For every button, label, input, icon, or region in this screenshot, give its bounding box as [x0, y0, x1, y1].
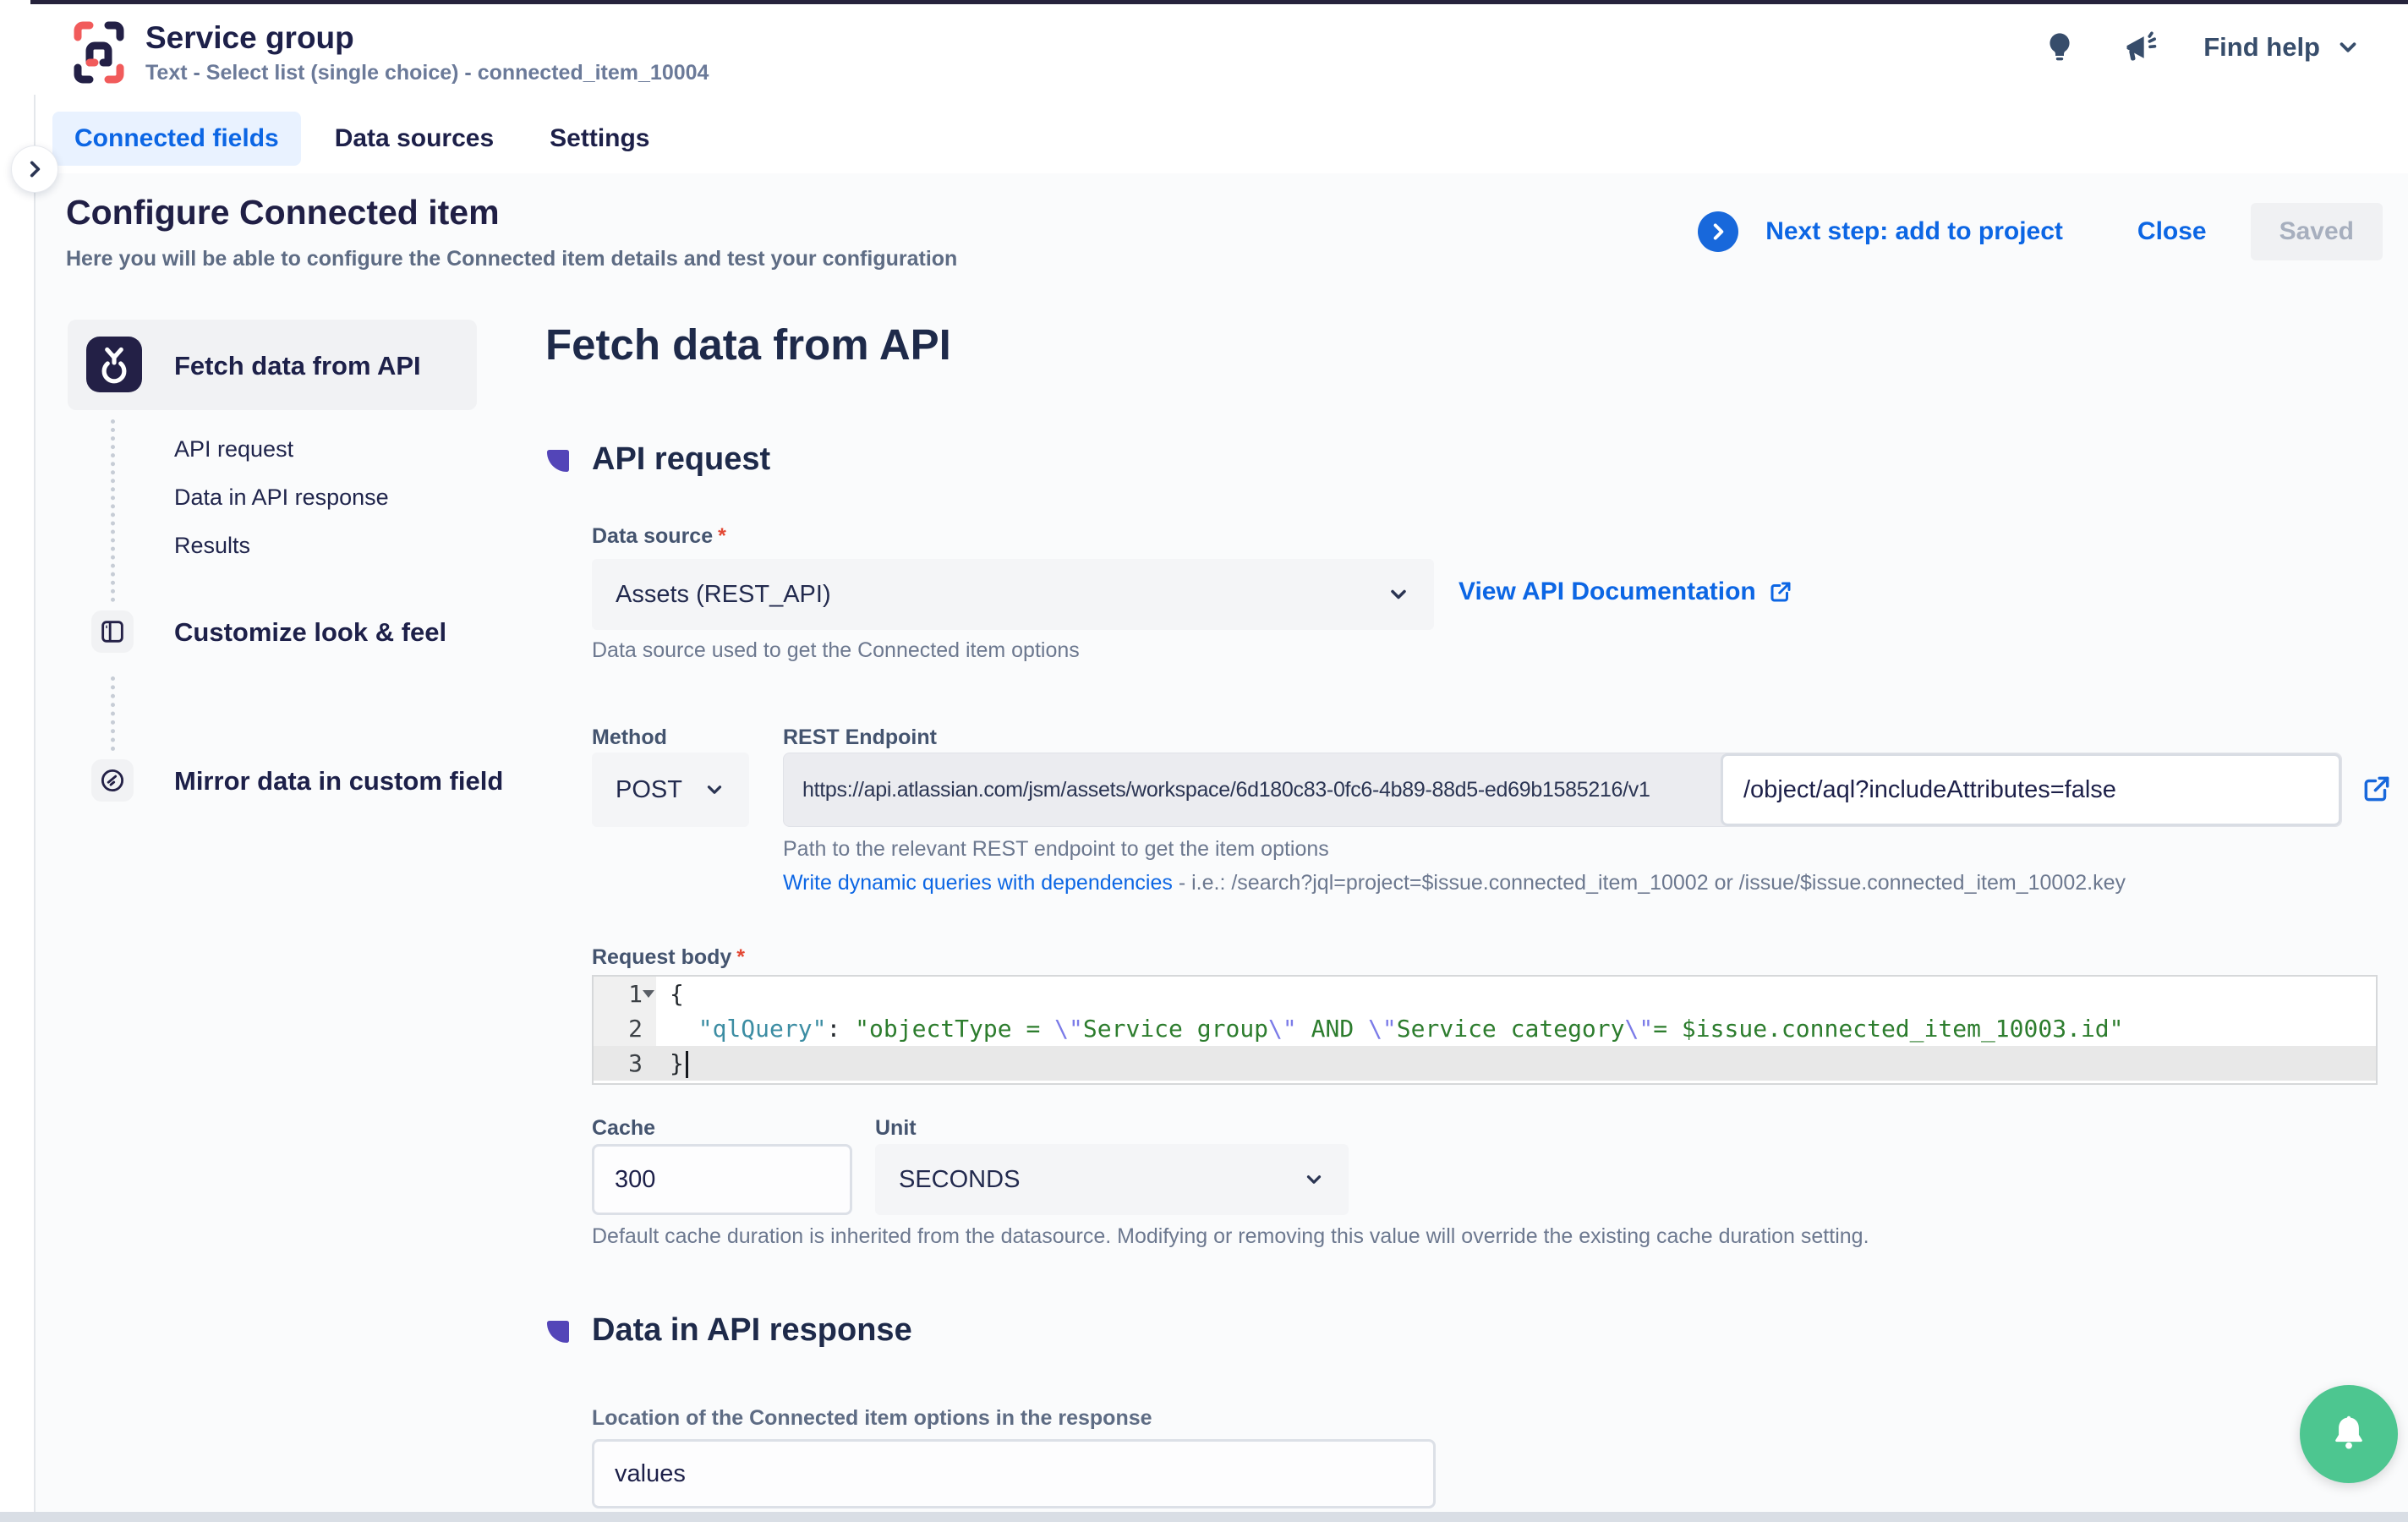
data-source-select[interactable]: Assets (REST_API)	[592, 559, 1434, 630]
step-connector	[111, 676, 115, 751]
data-source-value: Assets (REST_API)	[616, 581, 831, 609]
field-subtitle: Text - Select list (single choice) - con…	[145, 61, 709, 85]
data-source-helper: Data source used to get the Connected it…	[592, 638, 1080, 663]
header-actions: Find help	[2041, 29, 2361, 66]
page-title: Service group	[145, 20, 354, 56]
unit-value: SECONDS	[899, 1166, 1020, 1194]
next-step-button[interactable]	[1698, 211, 1738, 252]
close-button[interactable]: Close	[2137, 217, 2207, 246]
request-body-label: Request body*	[592, 945, 745, 970]
next-step-label[interactable]: Next step: add to project	[1765, 217, 2063, 246]
tab-settings[interactable]: Settings	[528, 112, 671, 166]
endpoint-helper: Path to the relevant REST endpoint to ge…	[783, 837, 1329, 862]
sidebar-step-mirror[interactable]: Mirror data in custom field	[174, 766, 503, 797]
tab-data-sources[interactable]: Data sources	[313, 112, 516, 166]
window-top-edge	[30, 0, 2408, 4]
chevron-right-icon	[24, 158, 46, 180]
required-marker: *	[736, 945, 745, 969]
elements-connect-logo	[71, 19, 127, 86]
location-label: Location of the Connected item options i…	[592, 1406, 1152, 1431]
sidebar-item-results[interactable]: Results	[174, 533, 250, 559]
chevron-down-icon	[1303, 1169, 1325, 1191]
fold-arrow-icon[interactable]	[643, 990, 654, 998]
dynamic-queries-link[interactable]: Write dynamic queries with dependencies	[783, 871, 1173, 895]
cache-helper: Default cache duration is inherited from…	[592, 1224, 1869, 1249]
left-divider	[34, 95, 36, 1512]
connected-item-config-screen: Service group Text - Select list (single…	[0, 0, 2408, 1522]
chevron-right-icon	[1707, 221, 1729, 243]
megaphone-icon[interactable]	[2122, 29, 2159, 66]
notifications-fab[interactable]	[2300, 1385, 2398, 1483]
sidebar-step-customize[interactable]: Customize look & feel	[174, 617, 446, 648]
data-in-response-heading: Data in API response	[592, 1312, 912, 1349]
endpoint-prefix: https://api.atlassian.com/jsm/assets/wor…	[784, 753, 1721, 826]
external-link-icon	[1768, 579, 1793, 605]
request-body-editor[interactable]: 1 { 2 "qlQuery": "objectType = \"Service…	[592, 975, 2378, 1085]
tab-connected-fields[interactable]: Connected fields	[52, 112, 301, 166]
fetch-hook-icon	[86, 337, 142, 392]
external-link-icon	[2361, 773, 2393, 805]
chevron-down-icon	[1387, 583, 1410, 606]
find-help-label: Find help	[2203, 32, 2320, 63]
lightbulb-icon[interactable]	[2041, 29, 2078, 66]
code-line-2: 2 "qlQuery": "objectType = \"Service gro…	[594, 1011, 2376, 1046]
open-endpoint-button[interactable]	[2356, 768, 2398, 810]
endpoint-field-group: https://api.atlassian.com/jsm/assets/wor…	[783, 753, 2342, 827]
code-line-1: 1 {	[594, 977, 2376, 1011]
endpoint-label: REST Endpoint	[783, 725, 937, 750]
top-tabs: Connected fields Data sources Settings	[52, 112, 672, 166]
layout-panel-icon	[91, 610, 134, 653]
chevron-down-icon	[2335, 35, 2361, 60]
section-title: Configure Connected item	[66, 193, 500, 233]
cache-input[interactable]	[592, 1144, 852, 1215]
method-select[interactable]: POST	[592, 753, 749, 827]
method-label: Method	[592, 725, 667, 750]
sidebar-step-label: Fetch data from API	[174, 351, 421, 381]
window-bottom-edge	[0, 1512, 2408, 1522]
config-actions: Next step: add to project Close Saved	[1698, 203, 2383, 260]
dynamic-queries-hint: - i.e.: /search?jql=project=$issue.conne…	[1173, 871, 2126, 895]
sidebar-item-data-in-api-response[interactable]: Data in API response	[174, 485, 389, 511]
section-subtitle: Here you will be able to configure the C…	[66, 247, 957, 271]
circle-slash-icon	[91, 759, 134, 802]
api-request-heading: API request	[592, 441, 770, 478]
data-source-label: Data source*	[592, 524, 726, 549]
view-api-documentation-link[interactable]: View API Documentation	[1458, 578, 1793, 606]
required-marker: *	[718, 524, 726, 548]
step-connector	[111, 419, 115, 602]
main-title: Fetch data from API	[545, 320, 951, 370]
code-line-3: 3 }	[594, 1046, 2376, 1081]
saved-button[interactable]: Saved	[2251, 203, 2383, 260]
location-input[interactable]	[592, 1439, 1436, 1508]
cache-label: Cache	[592, 1116, 655, 1141]
dynamic-queries-line: Write dynamic queries with dependencies …	[783, 871, 2126, 895]
panel-collapse-button[interactable]	[11, 145, 58, 193]
chevron-down-icon	[703, 779, 725, 801]
method-value: POST	[616, 776, 682, 804]
unit-select[interactable]: SECONDS	[875, 1144, 1349, 1215]
sidebar-item-api-request[interactable]: API request	[174, 436, 293, 463]
find-help-menu[interactable]: Find help	[2203, 32, 2361, 63]
endpoint-input[interactable]	[1721, 753, 2341, 826]
bell-icon	[2327, 1412, 2371, 1456]
text-caret	[686, 1051, 688, 1078]
unit-label: Unit	[875, 1116, 917, 1141]
